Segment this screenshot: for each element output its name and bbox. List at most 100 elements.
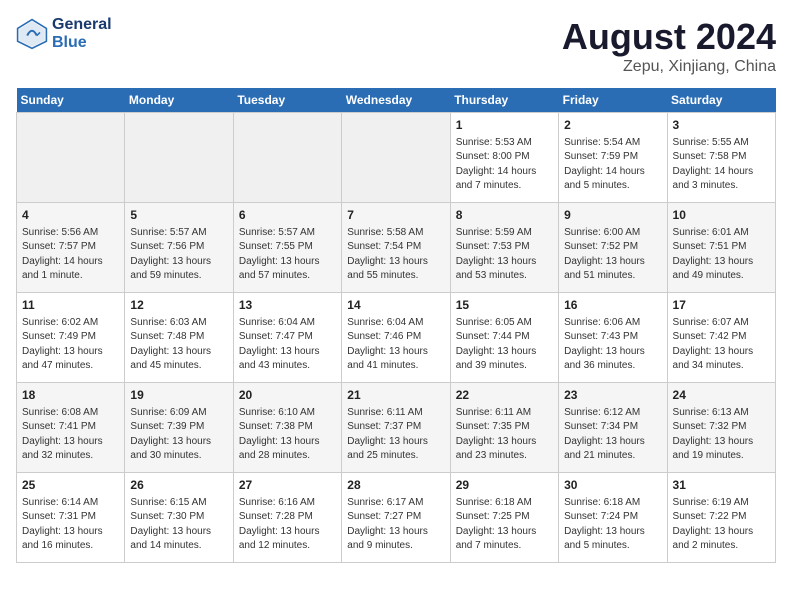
day-info: Sunrise: 6:12 AM Sunset: 7:34 PM Dayligh… [564, 406, 661, 464]
calendar-cell: 19Sunrise: 6:09 AM Sunset: 7:39 PM Dayli… [125, 383, 233, 473]
calendar-cell [342, 113, 450, 203]
day-info: Sunrise: 6:05 AM Sunset: 7:44 PM Dayligh… [456, 316, 553, 374]
day-info: Sunrise: 6:15 AM Sunset: 7:30 PM Dayligh… [130, 496, 227, 554]
day-number: 24 [673, 387, 770, 404]
day-number: 1 [456, 117, 553, 134]
day-info: Sunrise: 6:16 AM Sunset: 7:28 PM Dayligh… [239, 496, 336, 554]
day-info: Sunrise: 5:57 AM Sunset: 7:56 PM Dayligh… [130, 226, 227, 284]
calendar-week-row: 4 Sunrise: 5:56 AM Sunset: 7:57 PM Daylig… [17, 203, 776, 293]
day-info: Sunrise: 6:02 AM Sunset: 7:49 PM Dayligh… [22, 316, 119, 374]
calendar-cell: 27 Sunrise: 6:16 AM Sunset: 7:28 PM Dayli… [233, 473, 341, 563]
calendar-cell: 8Sunrise: 5:59 AM Sunset: 7:53 PM Daylig… [450, 203, 558, 293]
day-number: 25 [22, 477, 119, 494]
calendar-cell: 28 Sunrise: 6:17 AM Sunset: 7:27 PM Dayli… [342, 473, 450, 563]
calendar-cell: 7 Sunrise: 5:58 AM Sunset: 7:54 PM Daylig… [342, 203, 450, 293]
page-header: General Blue August 2024 Zepu, Xinjiang,… [16, 16, 776, 76]
calendar-cell: 25 Sunrise: 6:14 AM Sunset: 7:31 PM Dayli… [17, 473, 125, 563]
day-header-friday: Friday [559, 88, 667, 113]
calendar-cell: 4 Sunrise: 5:56 AM Sunset: 7:57 PM Daylig… [17, 203, 125, 293]
day-info: Sunrise: 6:17 AM Sunset: 7:27 PM Dayligh… [347, 496, 444, 554]
calendar-cell: 6 Sunrise: 5:57 AM Sunset: 7:55 PM Daylig… [233, 203, 341, 293]
day-number: 9 [564, 207, 661, 224]
day-info: Sunrise: 6:14 AM Sunset: 7:31 PM Dayligh… [22, 496, 119, 554]
day-number: 2 [564, 117, 661, 134]
day-number: 23 [564, 387, 661, 404]
day-number: 3 [673, 117, 770, 134]
day-info: Sunrise: 6:06 AM Sunset: 7:43 PM Dayligh… [564, 316, 661, 374]
calendar-cell: 21 Sunrise: 6:11 AM Sunset: 7:37 PM Dayli… [342, 383, 450, 473]
day-info: Sunrise: 6:11 AM Sunset: 7:35 PM Dayligh… [456, 406, 553, 464]
day-number: 4 [22, 207, 119, 224]
calendar-cell: 23 Sunrise: 6:12 AM Sunset: 7:34 PM Dayli… [559, 383, 667, 473]
day-number: 26 [130, 477, 227, 494]
day-number: 7 [347, 207, 444, 224]
calendar-cell: 1 Sunrise: 5:53 AM Sunset: 8:00 PM Daylig… [450, 113, 558, 203]
day-info: Sunrise: 5:55 AM Sunset: 7:58 PM Dayligh… [673, 136, 770, 194]
calendar-cell: 9 Sunrise: 6:00 AM Sunset: 7:52 PM Daylig… [559, 203, 667, 293]
day-info: Sunrise: 5:58 AM Sunset: 7:54 PM Dayligh… [347, 226, 444, 284]
day-header-wednesday: Wednesday [342, 88, 450, 113]
day-info: Sunrise: 6:04 AM Sunset: 7:46 PM Dayligh… [347, 316, 444, 374]
calendar-cell: 2 Sunrise: 5:54 AM Sunset: 7:59 PM Daylig… [559, 113, 667, 203]
calendar-cell [125, 113, 233, 203]
day-number: 21 [347, 387, 444, 404]
day-header-monday: Monday [125, 88, 233, 113]
day-number: 10 [673, 207, 770, 224]
day-info: Sunrise: 5:59 AM Sunset: 7:53 PM Dayligh… [456, 226, 553, 284]
day-info: Sunrise: 6:18 AM Sunset: 7:25 PM Dayligh… [456, 496, 553, 554]
day-info: Sunrise: 6:11 AM Sunset: 7:37 PM Dayligh… [347, 406, 444, 464]
calendar-week-row: 11 Sunrise: 6:02 AM Sunset: 7:49 PM Dayli… [17, 293, 776, 383]
day-number: 11 [22, 297, 119, 314]
day-info: Sunrise: 6:10 AM Sunset: 7:38 PM Dayligh… [239, 406, 336, 464]
title-block: August 2024 Zepu, Xinjiang, China [562, 16, 776, 76]
day-info: Sunrise: 6:00 AM Sunset: 7:52 PM Dayligh… [564, 226, 661, 284]
day-info: Sunrise: 6:03 AM Sunset: 7:48 PM Dayligh… [130, 316, 227, 374]
day-number: 22 [456, 387, 553, 404]
day-header-thursday: Thursday [450, 88, 558, 113]
calendar-cell: 13 Sunrise: 6:04 AM Sunset: 7:47 PM Dayli… [233, 293, 341, 383]
day-info: Sunrise: 6:07 AM Sunset: 7:42 PM Dayligh… [673, 316, 770, 374]
calendar-cell [233, 113, 341, 203]
day-number: 13 [239, 297, 336, 314]
day-info: Sunrise: 5:57 AM Sunset: 7:55 PM Dayligh… [239, 226, 336, 284]
calendar-cell: 17 Sunrise: 6:07 AM Sunset: 7:42 PM Dayli… [667, 293, 775, 383]
day-info: Sunrise: 6:19 AM Sunset: 7:22 PM Dayligh… [673, 496, 770, 554]
day-number: 29 [456, 477, 553, 494]
day-info: Sunrise: 6:13 AM Sunset: 7:32 PM Dayligh… [673, 406, 770, 464]
day-number: 16 [564, 297, 661, 314]
calendar-header-row: SundayMondayTuesdayWednesdayThursdayFrid… [17, 88, 776, 113]
day-info: Sunrise: 5:56 AM Sunset: 7:57 PM Dayligh… [22, 226, 119, 284]
day-info: Sunrise: 5:54 AM Sunset: 7:59 PM Dayligh… [564, 136, 661, 194]
calendar-cell [17, 113, 125, 203]
day-number: 12 [130, 297, 227, 314]
calendar-cell: 18Sunrise: 6:08 AM Sunset: 7:41 PM Dayli… [17, 383, 125, 473]
calendar-week-row: 25 Sunrise: 6:14 AM Sunset: 7:31 PM Dayli… [17, 473, 776, 563]
day-number: 30 [564, 477, 661, 494]
calendar-cell: 10 Sunrise: 6:01 AM Sunset: 7:51 PM Dayli… [667, 203, 775, 293]
logo: General Blue [16, 16, 112, 52]
day-number: 17 [673, 297, 770, 314]
logo-icon [16, 18, 48, 50]
calendar-subtitle: Zepu, Xinjiang, China [562, 58, 776, 76]
day-number: 27 [239, 477, 336, 494]
calendar-cell: 20Sunrise: 6:10 AM Sunset: 7:38 PM Dayli… [233, 383, 341, 473]
calendar-cell: 16 Sunrise: 6:06 AM Sunset: 7:43 PM Dayli… [559, 293, 667, 383]
day-number: 28 [347, 477, 444, 494]
day-number: 15 [456, 297, 553, 314]
day-info: Sunrise: 5:53 AM Sunset: 8:00 PM Dayligh… [456, 136, 553, 194]
calendar-cell: 24 Sunrise: 6:13 AM Sunset: 7:32 PM Dayli… [667, 383, 775, 473]
calendar-cell: 5Sunrise: 5:57 AM Sunset: 7:56 PM Daylig… [125, 203, 233, 293]
day-number: 6 [239, 207, 336, 224]
calendar-cell: 15 Sunrise: 6:05 AM Sunset: 7:44 PM Dayli… [450, 293, 558, 383]
calendar-cell: 3 Sunrise: 5:55 AM Sunset: 7:58 PM Daylig… [667, 113, 775, 203]
day-number: 18 [22, 387, 119, 404]
calendar-cell: 12 Sunrise: 6:03 AM Sunset: 7:48 PM Dayli… [125, 293, 233, 383]
logo-text: General Blue [52, 16, 112, 52]
calendar-cell: 29 Sunrise: 6:18 AM Sunset: 7:25 PM Dayli… [450, 473, 558, 563]
day-info: Sunrise: 6:04 AM Sunset: 7:47 PM Dayligh… [239, 316, 336, 374]
day-info: Sunrise: 6:01 AM Sunset: 7:51 PM Dayligh… [673, 226, 770, 284]
day-info: Sunrise: 6:18 AM Sunset: 7:24 PM Dayligh… [564, 496, 661, 554]
day-info: Sunrise: 6:09 AM Sunset: 7:39 PM Dayligh… [130, 406, 227, 464]
day-header-sunday: Sunday [17, 88, 125, 113]
day-number: 14 [347, 297, 444, 314]
